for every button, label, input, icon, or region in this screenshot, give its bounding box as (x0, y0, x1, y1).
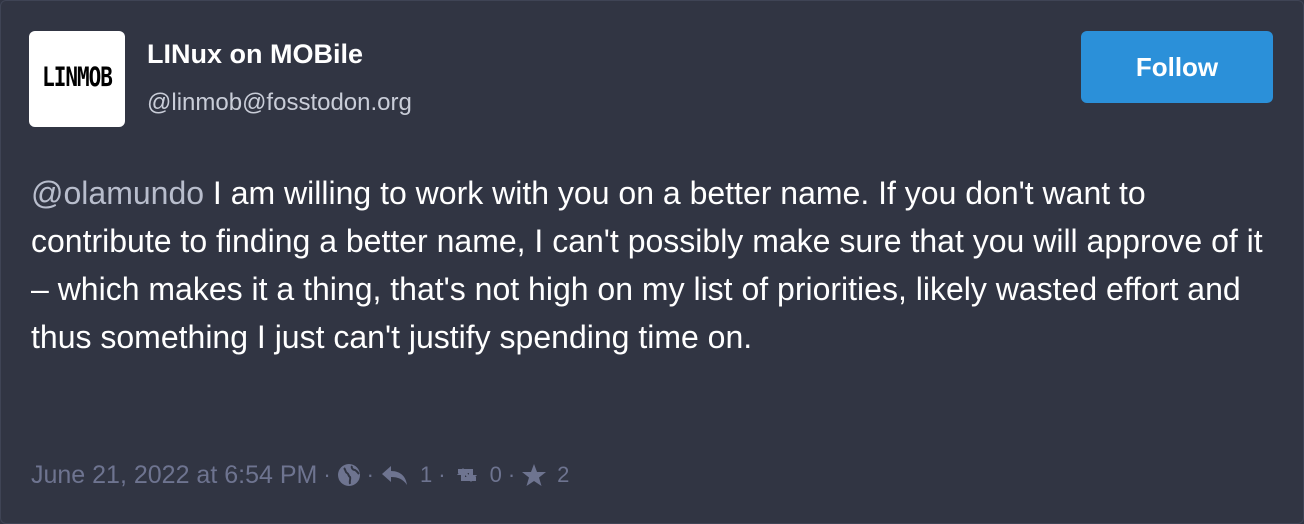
timestamp-link[interactable]: June 21, 2022 at 6:54 PM (31, 461, 317, 490)
follow-button[interactable]: Follow (1081, 31, 1273, 103)
separator: · (507, 462, 516, 487)
separator: · (323, 462, 331, 487)
status-text: I am willing to work with you on a bette… (31, 175, 1263, 355)
avatar-logo-text: LINMOB (42, 62, 113, 92)
avatar[interactable]: LINMOB (29, 31, 125, 127)
status-header: LINMOB LINux on MOBile @linmob@fosstodon… (29, 31, 1273, 127)
separator: · (366, 462, 374, 487)
mention-link[interactable]: @olamundo (31, 175, 204, 211)
display-name[interactable]: LINux on MOBile (147, 39, 363, 70)
reply-icon[interactable] (380, 463, 410, 487)
status-card: LINMOB LINux on MOBile @linmob@fosstodon… (0, 0, 1304, 524)
status-meta: June 21, 2022 at 6:54 PM · · 1 · 0 · 2 (31, 457, 569, 493)
retweet-icon[interactable] (452, 463, 482, 487)
boost-count: 0 (489, 462, 502, 487)
account-handle[interactable]: @linmob@fosstodon.org (147, 89, 412, 117)
globe-icon (337, 463, 361, 487)
favourite-count: 2 (557, 462, 570, 487)
reply-count: 1 (419, 462, 433, 487)
status-content: @olamundo I am willing to work with you … (31, 169, 1281, 361)
separator: · (438, 462, 446, 487)
star-icon[interactable] (521, 463, 547, 487)
